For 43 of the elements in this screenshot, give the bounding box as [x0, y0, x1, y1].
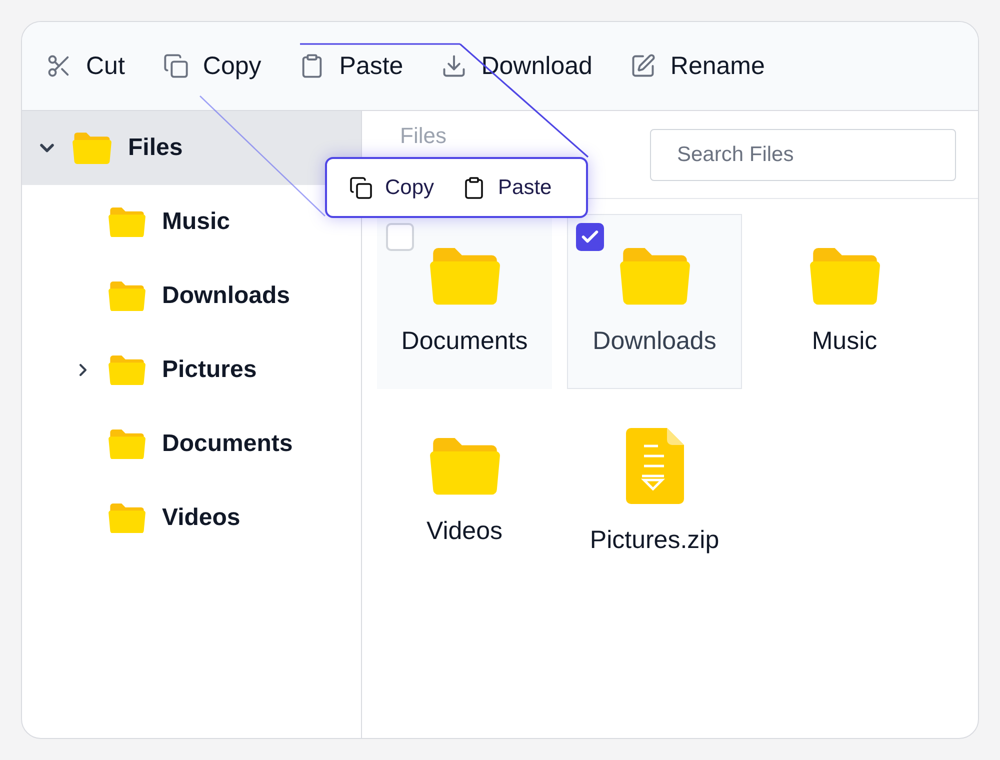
- cut-button[interactable]: Cut: [42, 51, 129, 81]
- checkbox[interactable]: [386, 223, 414, 251]
- copy-icon: [349, 176, 373, 200]
- tree-item[interactable]: Videos: [22, 481, 361, 555]
- tree-item[interactable]: Documents: [22, 407, 361, 481]
- download-button[interactable]: Download: [437, 51, 596, 81]
- file-tile[interactable]: Pictures.zip: [567, 404, 742, 579]
- pencil-square-icon: [630, 53, 656, 79]
- tree-item-label: Downloads: [162, 282, 290, 310]
- copy-button[interactable]: Copy: [158, 51, 266, 81]
- folder-icon: [428, 247, 500, 305]
- folder-icon: [428, 437, 500, 495]
- file-name: Downloads: [592, 326, 716, 356]
- copy-icon: [162, 53, 189, 79]
- tree-item[interactable]: Downloads: [22, 259, 361, 333]
- tree-item-label: Files: [128, 134, 183, 162]
- folder-icon: [808, 247, 880, 305]
- file-name: Documents: [401, 326, 528, 356]
- file-tile[interactable]: Downloads: [567, 214, 742, 389]
- folder-icon: [108, 428, 146, 460]
- folder-icon: [72, 132, 112, 164]
- file-tile[interactable]: Videos: [377, 404, 552, 579]
- checkbox[interactable]: [576, 223, 604, 251]
- file-tile[interactable]: Music: [757, 214, 932, 389]
- folder-icon: [108, 280, 146, 312]
- folder-icon: [108, 502, 146, 534]
- tree-item-label: Videos: [162, 504, 240, 532]
- tree-item-label: Pictures: [162, 356, 257, 384]
- zip-file-icon: [626, 428, 684, 504]
- paste-button[interactable]: Paste: [295, 51, 408, 81]
- file-name: Music: [812, 326, 878, 356]
- folder-icon: [618, 247, 690, 305]
- folder-icon: [108, 206, 146, 238]
- folder-icon: [108, 354, 146, 386]
- download-icon: [441, 53, 468, 79]
- file-name: Videos: [426, 516, 502, 546]
- tree-item[interactable]: Files: [22, 111, 361, 185]
- tree-item-label: Documents: [162, 430, 293, 458]
- file-name: Pictures.zip: [590, 526, 720, 555]
- tree-item[interactable]: Pictures: [22, 333, 361, 407]
- rename-button[interactable]: Rename: [626, 51, 769, 81]
- tree-item-label: Music: [162, 208, 230, 236]
- paste-button[interactable]: Paste: [458, 172, 556, 204]
